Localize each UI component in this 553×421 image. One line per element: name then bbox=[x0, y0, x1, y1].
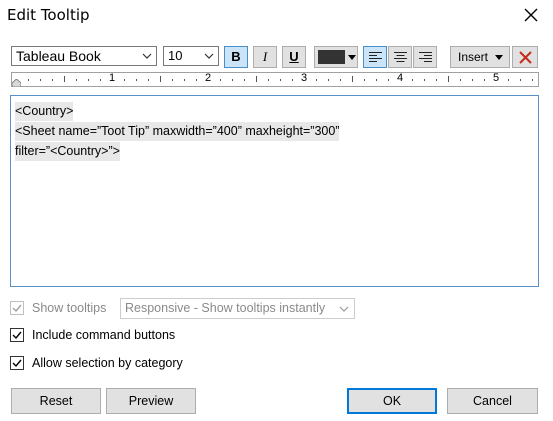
show-tooltips-label: Show tooltips bbox=[32, 301, 107, 315]
bold-label: B bbox=[231, 49, 241, 64]
insert-button[interactable]: Insert bbox=[450, 46, 510, 68]
delete-x-icon bbox=[519, 51, 532, 64]
ruler-number: 4 bbox=[397, 72, 404, 84]
ruler-mark bbox=[136, 79, 137, 81]
chevron-down-icon bbox=[348, 55, 356, 60]
ruler-mark bbox=[220, 79, 221, 81]
include-command-buttons-checkbox[interactable] bbox=[10, 328, 24, 342]
ruler-mark bbox=[232, 79, 233, 81]
ruler-mark bbox=[172, 79, 173, 81]
chevron-down-icon bbox=[495, 55, 503, 60]
ruler-mark bbox=[148, 79, 149, 81]
ruler-mark bbox=[100, 79, 101, 81]
ruler-mark bbox=[292, 79, 293, 81]
ruler-mark bbox=[160, 76, 161, 82]
bold-button[interactable]: B bbox=[224, 46, 248, 68]
ruler-mark bbox=[424, 79, 425, 81]
underline-button[interactable]: U bbox=[282, 46, 306, 68]
color-swatch bbox=[318, 50, 345, 64]
align-center-button[interactable] bbox=[388, 46, 412, 68]
ruler-mark bbox=[436, 79, 437, 81]
align-right-button[interactable] bbox=[413, 46, 437, 68]
ruler-mark bbox=[472, 79, 473, 81]
indent-marker-icon[interactable] bbox=[12, 79, 21, 87]
ruler-mark bbox=[52, 79, 53, 81]
ruler-mark bbox=[520, 79, 521, 81]
editor-line: <Country> bbox=[15, 102, 74, 121]
allow-selection-label: Allow selection by category bbox=[32, 356, 183, 370]
checkmark-icon bbox=[12, 359, 22, 368]
tooltip-text-editor[interactable]: <Country> <Sheet name=”Toot Tip” maxwidt… bbox=[10, 95, 539, 287]
ruler-mark bbox=[88, 79, 89, 81]
close-button[interactable] bbox=[520, 4, 542, 26]
ruler-mark bbox=[124, 79, 125, 81]
reset-button[interactable]: Reset bbox=[11, 388, 101, 414]
ruler-mark bbox=[328, 79, 329, 81]
ruler-mark bbox=[64, 76, 65, 82]
ruler-mark bbox=[448, 76, 449, 82]
ruler[interactable]: 1 2 3 4 5 bbox=[11, 72, 539, 87]
ruler-mark bbox=[376, 79, 377, 81]
ruler-number: 1 bbox=[109, 72, 116, 84]
checkmark-icon bbox=[12, 304, 22, 313]
insert-label: Insert bbox=[458, 50, 489, 64]
tooltip-mode-value: Responsive - Show tooltips instantly bbox=[125, 301, 326, 315]
ruler-mark bbox=[460, 79, 461, 81]
align-center-icon bbox=[394, 52, 407, 62]
checkmark-icon bbox=[12, 331, 22, 340]
ruler-mark bbox=[40, 79, 41, 81]
ruler-mark bbox=[340, 79, 341, 81]
tooltip-mode-dropdown: Responsive - Show tooltips instantly bbox=[120, 298, 355, 319]
ruler-number: 5 bbox=[493, 72, 500, 84]
font-size-value: 10 bbox=[168, 48, 183, 63]
ruler-mark bbox=[484, 79, 485, 81]
editor-line: filter=”<Country>”> bbox=[15, 142, 120, 161]
cancel-button[interactable]: Cancel bbox=[447, 388, 538, 414]
underline-label: U bbox=[289, 49, 299, 64]
chevron-down-icon bbox=[142, 53, 152, 59]
font-family-dropdown[interactable]: Tableau Book bbox=[11, 46, 157, 66]
text-color-button[interactable] bbox=[314, 46, 358, 68]
italic-button[interactable]: I bbox=[253, 46, 277, 68]
preview-button[interactable]: Preview bbox=[106, 388, 196, 414]
ruler-mark bbox=[268, 79, 269, 81]
dialog-title: Edit Tooltip bbox=[7, 6, 90, 24]
chevron-down-icon bbox=[204, 53, 214, 59]
ruler-mark bbox=[412, 79, 413, 81]
align-left-icon bbox=[369, 52, 382, 62]
ruler-number: 3 bbox=[301, 72, 308, 84]
align-left-button[interactable] bbox=[363, 46, 387, 68]
ruler-mark bbox=[256, 76, 257, 82]
italic-label: I bbox=[262, 49, 268, 64]
font-size-dropdown[interactable]: 10 bbox=[163, 46, 219, 66]
chevron-down-icon bbox=[339, 306, 349, 312]
ruler-mark bbox=[388, 79, 389, 81]
ok-button[interactable]: OK bbox=[347, 388, 437, 414]
ruler-mark bbox=[76, 79, 77, 81]
close-icon bbox=[524, 8, 538, 22]
ruler-mark bbox=[280, 79, 281, 81]
ruler-mark bbox=[532, 79, 533, 81]
clear-button[interactable] bbox=[512, 46, 538, 68]
show-tooltips-checkbox bbox=[10, 301, 24, 315]
ruler-mark bbox=[244, 79, 245, 81]
include-command-buttons-label: Include command buttons bbox=[32, 328, 176, 342]
allow-selection-checkbox[interactable] bbox=[10, 356, 24, 370]
ruler-mark bbox=[28, 79, 29, 81]
ruler-mark bbox=[184, 79, 185, 81]
align-right-icon bbox=[419, 52, 432, 62]
ruler-number: 2 bbox=[205, 72, 212, 84]
ruler-mark bbox=[508, 79, 509, 81]
font-family-value: Tableau Book bbox=[16, 48, 101, 64]
ruler-mark bbox=[364, 79, 365, 81]
ruler-mark bbox=[196, 79, 197, 81]
editor-line: <Sheet name=”Toot Tip” maxwidth=”400” ma… bbox=[15, 122, 340, 141]
ruler-mark bbox=[316, 79, 317, 81]
ruler-mark bbox=[352, 76, 353, 82]
